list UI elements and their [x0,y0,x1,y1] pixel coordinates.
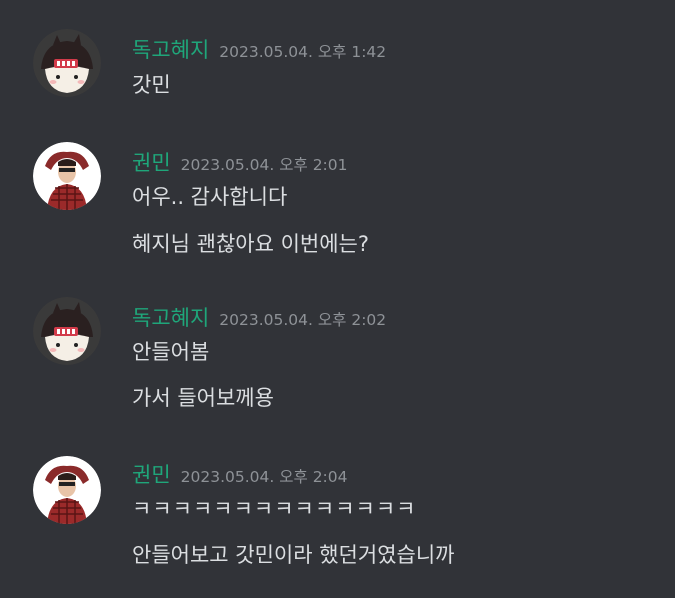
kwonmin-avatar-icon[interactable] [33,142,101,210]
author-name[interactable]: 권민 [132,463,171,487]
dokgo-avatar-icon[interactable] [33,29,101,97]
dokgo-avatar-icon[interactable] [33,297,101,365]
message-text: ㅋㅋㅋㅋㅋㅋㅋㅋㅋㅋㅋㅋㅋㅋ [132,497,417,521]
author-name[interactable]: 권민 [132,151,171,175]
message-text: 갓민 [132,73,171,97]
message-header: 권민 2023.05.04. 오후 2:01 [132,147,348,177]
message-timestamp: 2023.05.04. 오후 2:01 [180,156,348,174]
chat-message-list: 독고혜지 2023.05.04. 오후 1:42 갓민 권민 2023.05.04.… [0,0,675,598]
message-text: 어우.. 감사합니다 [132,185,288,209]
author-name[interactable]: 독고혜지 [132,306,209,330]
message-header: 독고혜지 2023.05.04. 오후 2:02 [132,302,386,332]
message-text: 혜지님 괜찮아요 이번에는? [132,232,370,256]
author-name[interactable]: 독고혜지 [132,38,209,62]
message-timestamp: 2023.05.04. 오후 1:42 [219,43,387,61]
message-text: 가서 들어보께용 [132,386,274,410]
message-text: 안들어봄 [132,340,210,364]
message-header: 권민 2023.05.04. 오후 2:04 [132,459,348,489]
message-timestamp: 2023.05.04. 오후 2:02 [219,311,387,329]
kwonmin-avatar-icon[interactable] [33,456,101,524]
message-text: 안들어보고 갓민이라 했던거였습니까 [132,543,455,567]
message-header: 독고혜지 2023.05.04. 오후 1:42 [132,34,386,64]
message-timestamp: 2023.05.04. 오후 2:04 [180,468,348,486]
